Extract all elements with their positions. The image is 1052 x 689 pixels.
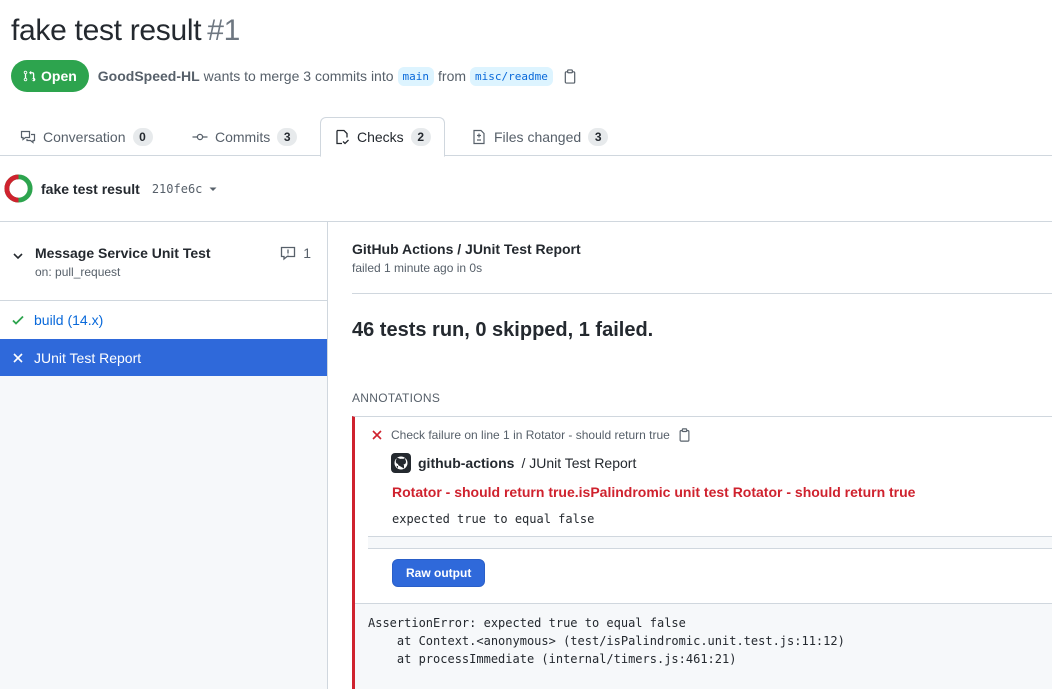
x-icon bbox=[13, 352, 23, 363]
tab-counter: 3 bbox=[588, 127, 609, 146]
state-label: Open bbox=[41, 68, 77, 84]
checks-sidebar: Message Service Unit Test on: pull_reque… bbox=[0, 222, 328, 689]
pr-title-text: fake test result bbox=[11, 14, 202, 47]
copy-icon[interactable] bbox=[563, 68, 577, 84]
job-label: build (14.x) bbox=[34, 312, 104, 328]
tab-label: Conversation bbox=[43, 128, 126, 145]
pr-title: fake test result #1 bbox=[11, 14, 240, 48]
pr-number: #1 bbox=[207, 14, 241, 47]
annotation-separator bbox=[368, 536, 1052, 549]
run-title: GitHub Actions / JUnit Test Report bbox=[352, 241, 581, 257]
run-status: failed 1 minute ago in 0s bbox=[352, 261, 483, 275]
pr-meta: Open GoodSpeed-HL wants to merge 3 commi… bbox=[11, 60, 577, 92]
tab-label: Files changed bbox=[494, 128, 582, 145]
caret-down-icon[interactable] bbox=[208, 184, 218, 194]
annotation-card: Check failure on line 1 in Rotator - sho… bbox=[352, 416, 1052, 689]
workflow-event: on: pull_request bbox=[35, 265, 121, 279]
annotations-count: 1 bbox=[303, 245, 311, 261]
x-icon bbox=[372, 430, 382, 440]
run-summary: 46 tests run, 0 skipped, 1 failed. bbox=[352, 319, 654, 341]
raw-output-line: AssertionError: expected true to equal f… bbox=[368, 616, 686, 630]
annotation-message: expected true to equal false bbox=[392, 512, 595, 526]
merge-text: wants to merge 3 commits into bbox=[203, 68, 394, 84]
workflow-name: Message Service Unit Test bbox=[35, 245, 211, 261]
raw-output-line: at Context.<anonymous> (test/isPalindrom… bbox=[368, 634, 845, 648]
commit-sha[interactable]: 210fe6c bbox=[152, 182, 203, 196]
tab-counter: 2 bbox=[410, 128, 431, 146]
tab-files-changed[interactable]: Files changed 3 bbox=[458, 117, 621, 156]
tab-checks[interactable]: Checks 2 bbox=[320, 117, 445, 157]
divider bbox=[352, 293, 1052, 294]
tab-label: Commits bbox=[215, 128, 271, 145]
raw-output-block: AssertionError: expected true to equal f… bbox=[355, 603, 1052, 689]
tab-label: Checks bbox=[357, 129, 404, 145]
job-item-build[interactable]: build (14.x) bbox=[0, 301, 327, 339]
git-commit-icon bbox=[192, 133, 208, 140]
workflow-annotations: 1 bbox=[280, 245, 311, 261]
tab-commits[interactable]: Commits 3 bbox=[179, 117, 310, 156]
annotation-app-suffix: / JUnit Test Report bbox=[521, 455, 637, 471]
comment-discussion-icon bbox=[20, 130, 36, 144]
copy-icon[interactable] bbox=[678, 428, 691, 442]
from-text: from bbox=[438, 68, 467, 84]
annotation-app-name[interactable]: github-actions bbox=[418, 455, 514, 471]
comment-icon bbox=[281, 246, 296, 261]
github-logo-icon bbox=[391, 453, 411, 473]
chevron-down-icon[interactable] bbox=[11, 249, 25, 263]
checks-suite-header: fake test result 210fe6c bbox=[0, 156, 1052, 222]
status-ring-icon bbox=[4, 174, 33, 203]
annotation-title: Rotator - should return true.isPalindrom… bbox=[392, 484, 916, 500]
raw-output-line: at processImmediate (internal/timers.js:… bbox=[368, 652, 737, 666]
checklist-icon bbox=[336, 129, 349, 145]
pr-tabs: Conversation 0 Commits 3 Checks 2 Files … bbox=[0, 117, 1052, 157]
annotation-app: github-actions / JUnit Test Report bbox=[391, 453, 636, 473]
annotation-header-text: Check failure on line 1 in Rotator - sho… bbox=[391, 428, 670, 442]
base-branch[interactable]: main bbox=[397, 66, 435, 86]
workflow-item[interactable]: Message Service Unit Test on: pull_reque… bbox=[0, 222, 327, 301]
git-pull-request-icon bbox=[23, 70, 36, 82]
file-diff-icon bbox=[473, 129, 485, 144]
check-run-detail: GitHub Actions / JUnit Test Report faile… bbox=[352, 222, 1052, 689]
state-badge: Open bbox=[11, 60, 89, 92]
head-branch[interactable]: misc/readme bbox=[470, 66, 553, 86]
annotations-heading: ANNOTATIONS bbox=[352, 391, 441, 405]
check-icon bbox=[12, 315, 24, 325]
tab-counter: 0 bbox=[132, 127, 153, 146]
tab-conversation[interactable]: Conversation 0 bbox=[7, 117, 166, 156]
annotation-header: Check failure on line 1 in Rotator - sho… bbox=[371, 428, 691, 442]
checks-suite-title: fake test result bbox=[41, 180, 140, 197]
author-link[interactable]: GoodSpeed-HL bbox=[98, 68, 200, 84]
job-item-junit-test-report[interactable]: JUnit Test Report bbox=[0, 339, 327, 376]
tab-counter: 3 bbox=[277, 127, 298, 146]
raw-output-button[interactable]: Raw output bbox=[392, 559, 486, 587]
job-label: JUnit Test Report bbox=[34, 349, 142, 366]
